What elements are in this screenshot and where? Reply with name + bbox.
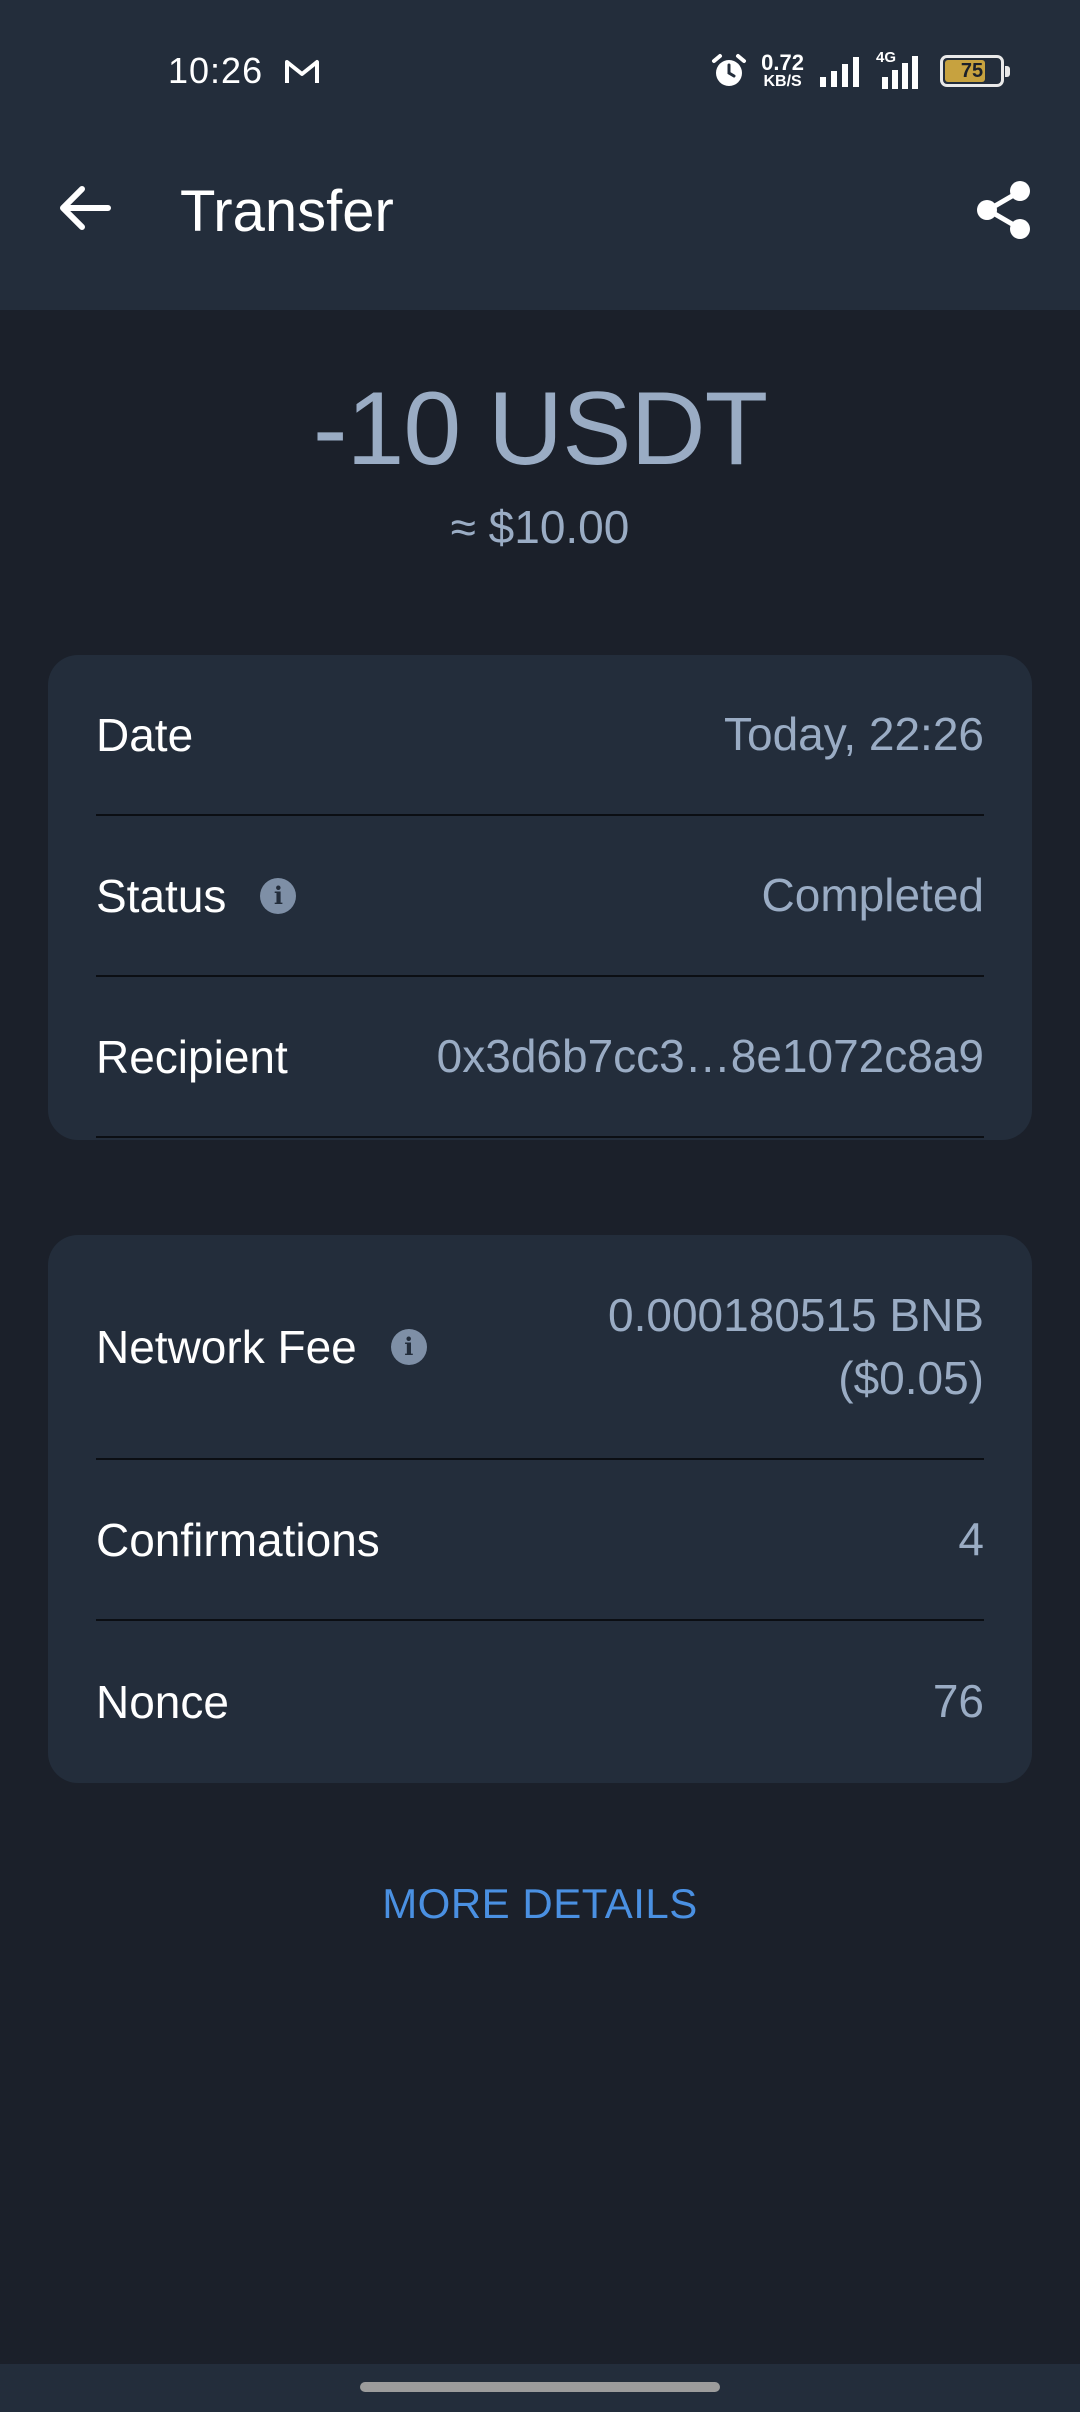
- share-button[interactable]: [964, 170, 1044, 250]
- recipient-address[interactable]: 0x3d6b7cc3…8e1072c8a9: [437, 1025, 984, 1087]
- status-row: Status i Completed: [96, 816, 984, 977]
- nonce-value: 76: [932, 1675, 984, 1728]
- date-row: Date Today, 22:26: [96, 655, 984, 816]
- network-speed: 0.72 KB/S: [761, 52, 804, 90]
- status-time: 10:26: [168, 50, 264, 91]
- battery-percent: 75: [960, 59, 984, 82]
- fiat-equivalent: ≈ $10.00: [450, 501, 630, 553]
- alarm-icon: [712, 54, 747, 86]
- more-details-button[interactable]: MORE DETAILS: [0, 1880, 1080, 1928]
- home-indicator[interactable]: [360, 2382, 720, 2392]
- network-fee-label: Network Fee: [96, 1320, 357, 1373]
- status-value: Completed: [761, 869, 984, 922]
- recipient-row[interactable]: Recipient 0x3d6b7cc3…8e1072c8a9: [96, 977, 984, 1138]
- network-fee-amount: 0.000180515 BNB: [608, 1289, 984, 1342]
- network-fee-value: 0.000180515 BNB ($0.05): [608, 1284, 984, 1408]
- battery-nub: [1005, 66, 1010, 77]
- back-button[interactable]: [48, 172, 120, 244]
- network-fee-label-wrap: Network Fee i: [96, 1320, 427, 1374]
- status-info-icon[interactable]: i: [260, 877, 297, 914]
- battery-icon: 75: [940, 55, 1010, 87]
- signal-strength-icon: [820, 57, 859, 87]
- signal-4g-icon: 4G: [876, 49, 926, 89]
- app-bar: Transfer: [0, 140, 1080, 290]
- transaction-details-card: Date Today, 22:26 Status i Completed Rec…: [48, 655, 1032, 1140]
- date-value: Today, 22:26: [723, 708, 984, 761]
- status-bar: 10:26 0.72 KB/S 4G 75: [0, 0, 1080, 140]
- date-label: Date: [96, 708, 194, 761]
- network-fee-info-icon[interactable]: i: [390, 1328, 427, 1365]
- confirmations-row: Confirmations 4: [96, 1460, 984, 1621]
- network-fee-row: Network Fee i 0.000180515 BNB ($0.05): [96, 1235, 984, 1460]
- confirmations-value: 4: [958, 1513, 984, 1566]
- network-speed-unit: KB/S: [763, 73, 802, 90]
- status-label-wrap: Status i: [96, 869, 297, 923]
- network-speed-value: 0.72: [761, 50, 804, 75]
- network-fee-fiat: ($0.05): [838, 1351, 984, 1404]
- gmail-icon: [285, 60, 319, 83]
- share-icon: [977, 181, 1030, 239]
- status-icons: 0.72 KB/S 4G 75: [711, 48, 1010, 94]
- page-title: Transfer: [180, 179, 394, 244]
- network-fee-card: Network Fee i 0.000180515 BNB ($0.05) Co…: [48, 1235, 1032, 1783]
- nonce-label: Nonce: [96, 1675, 229, 1728]
- nonce-row: Nonce 76: [96, 1621, 984, 1782]
- confirmations-label: Confirmations: [96, 1513, 380, 1566]
- transfer-amount: -10 USDT: [312, 371, 768, 487]
- arrow-left-icon: [60, 186, 111, 230]
- recipient-label: Recipient: [96, 1030, 288, 1083]
- status-label: Status: [96, 869, 227, 922]
